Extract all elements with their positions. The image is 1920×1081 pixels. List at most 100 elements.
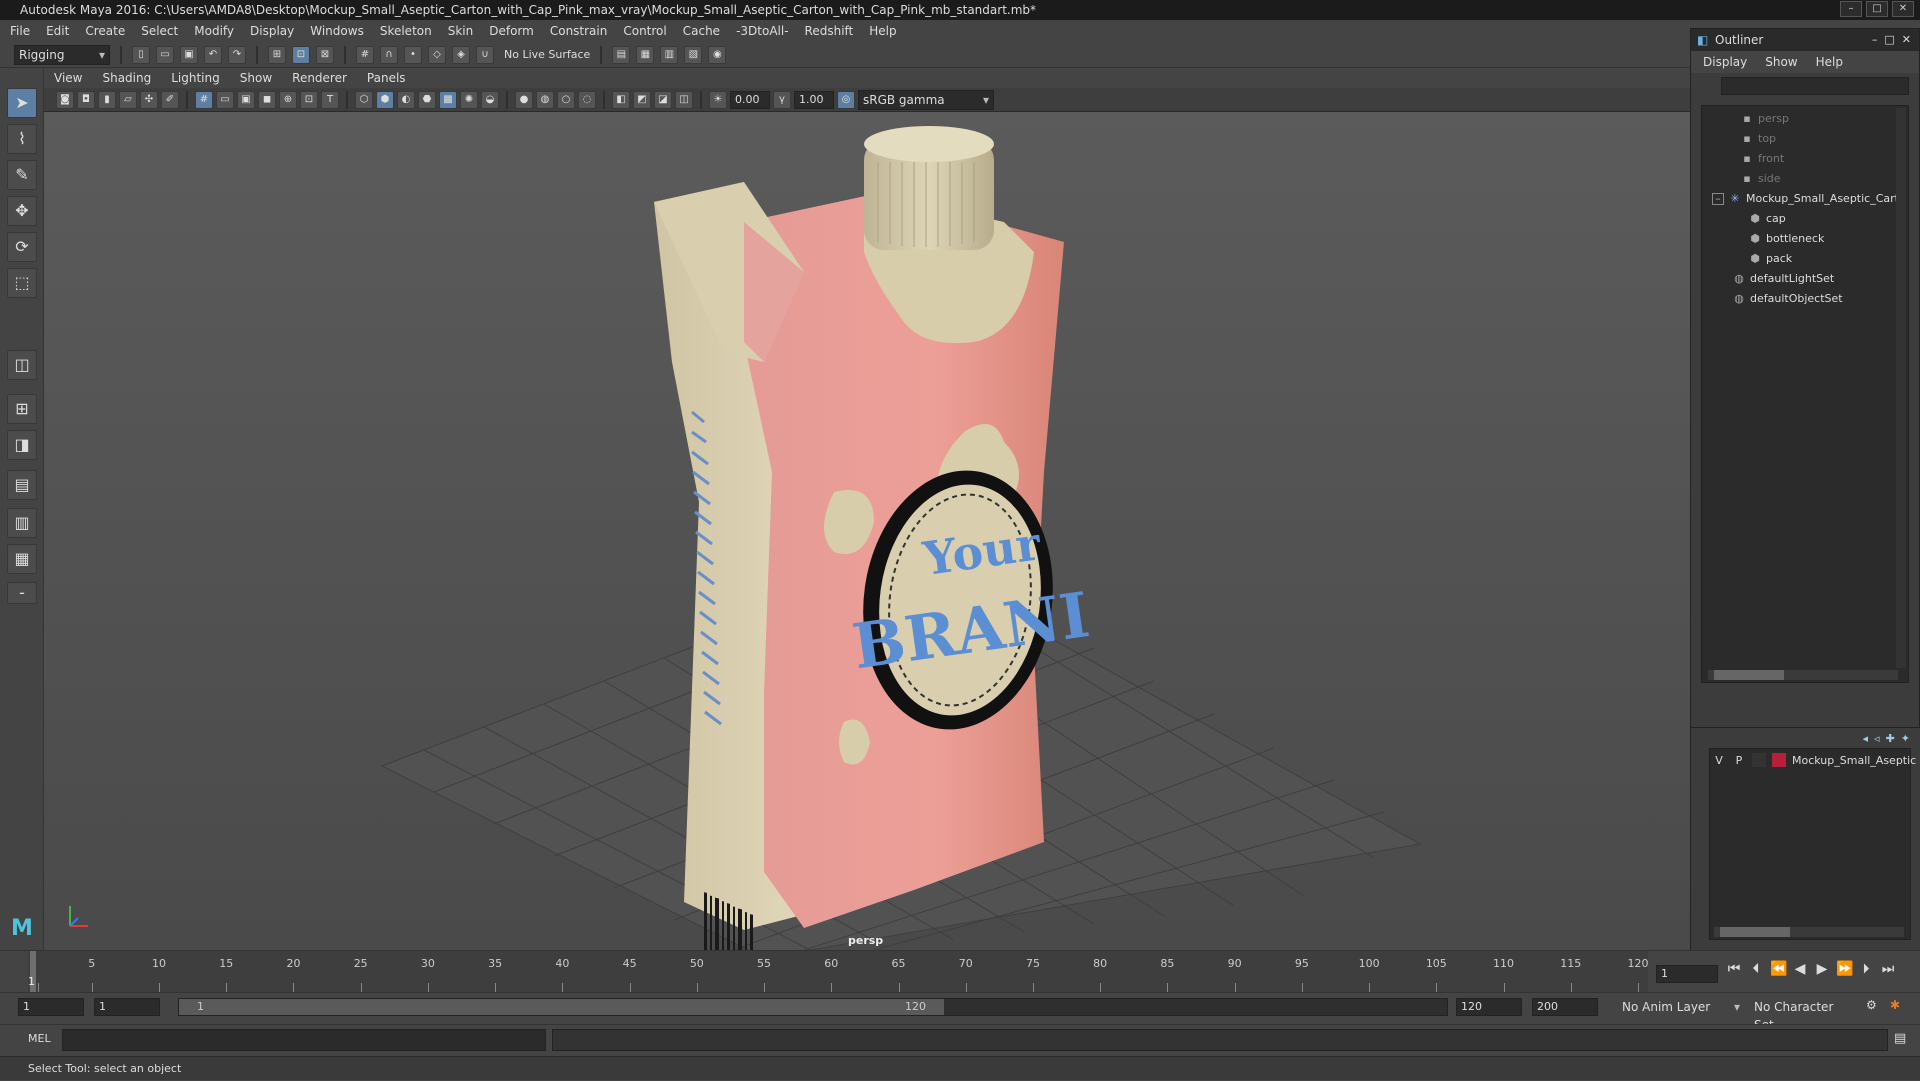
layout-graph-icon[interactable]: ▥ — [7, 508, 37, 538]
collapse-icon[interactable]: – — [1712, 193, 1724, 205]
menu-edit[interactable]: Edit — [46, 24, 69, 38]
menu-control[interactable]: Control — [623, 24, 666, 38]
anim-layer-dropdown[interactable]: No Anim Layer ▾ — [1618, 998, 1744, 1018]
outliner-item-bottleneck[interactable]: ⬢ bottleneck — [1748, 230, 1824, 248]
play-forwards-icon[interactable]: ▶ — [1814, 961, 1830, 977]
outliner-item-default-object-set[interactable]: ◍ defaultObjectSet — [1732, 290, 1842, 308]
auto-key-icon[interactable]: ⚙ — [1866, 998, 1877, 1012]
save-scene-icon[interactable]: ▣ — [180, 45, 198, 64]
outliner-list[interactable]: ▪ persp ▪ top ▪ front ▪ side – ✳ Mockup_Small_… — [1701, 105, 1909, 683]
menu-create[interactable]: Create — [85, 24, 125, 38]
new-layer-icon[interactable]: ✚ — [1886, 732, 1895, 745]
layout-four-icon[interactable]: ⊞ — [7, 394, 37, 424]
new-layer-selected-icon[interactable]: ✦ — [1901, 732, 1910, 745]
camera-attributes-icon[interactable]: ◘ — [77, 90, 95, 109]
animation-preferences-icon[interactable]: ✱ — [1890, 998, 1900, 1012]
current-time-field[interactable]: 1 — [1656, 965, 1718, 983]
redo-icon[interactable]: ↷ — [228, 45, 246, 64]
open-scene-icon[interactable]: ▭ — [156, 45, 174, 64]
layer-move-down-icon[interactable]: ◃ — [1874, 732, 1880, 745]
playback-start-field[interactable]: 1 — [94, 998, 160, 1016]
new-scene-icon[interactable]: ▯ — [132, 45, 150, 64]
outliner-menu-show[interactable]: Show — [1765, 55, 1797, 69]
hypershade-icon[interactable]: ◉ — [708, 45, 727, 64]
use-all-lights-icon[interactable]: ✺ — [460, 90, 478, 109]
move-tool-icon[interactable]: ✥ — [7, 196, 37, 226]
menu-select[interactable]: Select — [141, 24, 178, 38]
time-slider[interactable]: 5 10 15 20 25 30 35 40 45 50 55 60 65 70 75 80 85 90 95 100… — [0, 950, 1920, 993]
menu-set-dropdown[interactable]: Rigging ▾ — [14, 44, 110, 65]
menu-deform[interactable]: Deform — [489, 24, 534, 38]
layer-list[interactable]: V P Mockup_Small_Aseptic — [1709, 748, 1916, 940]
outliner-item-persp[interactable]: ▪ persp — [1740, 110, 1789, 128]
paint-select-tool-icon[interactable]: ✎ — [7, 160, 37, 190]
gamma-field[interactable]: 1.00 — [794, 90, 834, 109]
layout-hypershade-icon[interactable]: ▦ — [7, 544, 37, 574]
select-object-icon[interactable]: ⊡ — [292, 45, 310, 64]
lasso-tool-icon[interactable]: ⌇ — [7, 124, 37, 154]
outliner-item-front[interactable]: ▪ front — [1740, 150, 1784, 168]
2d-pan-icon[interactable]: ✣ — [140, 90, 158, 109]
select-component-icon[interactable]: ⊠ — [316, 45, 334, 64]
time-ruler[interactable]: 5 10 15 20 25 30 35 40 45 50 55 60 65 70 75 80 85 90 95 100… — [28, 951, 1649, 993]
color-management-icon[interactable]: ◎ — [837, 90, 855, 109]
outliner-horizontal-scrollbar[interactable] — [1708, 670, 1898, 680]
textured-icon[interactable]: ▩ — [439, 90, 457, 109]
perspective-viewport[interactable]: Your BRANI persp — [44, 112, 1690, 950]
default-lighting-icon[interactable]: ◐ — [397, 90, 415, 109]
gamma-icon[interactable]: γ — [773, 90, 791, 109]
menu-modify[interactable]: Modify — [194, 24, 234, 38]
panel-menu-show[interactable]: Show — [240, 71, 272, 85]
field-chart-icon[interactable]: ⊕ — [279, 90, 297, 109]
outliner-item-group[interactable]: – ✳ Mockup_Small_Aseptic_Cart — [1712, 190, 1899, 208]
render-view-icon[interactable]: ▧ — [684, 45, 703, 64]
depth-of-field-icon[interactable]: ◌ — [578, 90, 596, 109]
bookmark-icon[interactable]: ▮ — [98, 90, 116, 109]
render-frame-icon[interactable]: ▦ — [636, 45, 655, 64]
start-time-field[interactable]: 1 — [18, 998, 84, 1016]
menu-3dtoall[interactable]: -3DtoAll- — [736, 24, 788, 38]
outliner-item-side[interactable]: ▪ side — [1740, 170, 1780, 188]
xray-components-icon[interactable]: ◫ — [675, 90, 693, 109]
layer-visibility-toggle[interactable]: V — [1712, 754, 1726, 767]
layer-horizontal-scrollbar[interactable] — [1714, 927, 1904, 937]
scale-tool-icon[interactable]: ⬚ — [7, 268, 37, 298]
panel-menu-lighting[interactable]: Lighting — [171, 71, 220, 85]
snap-point-icon[interactable]: • — [404, 45, 422, 64]
undo-icon[interactable]: ↶ — [204, 45, 222, 64]
grid-icon[interactable]: # — [195, 90, 213, 109]
menu-skeleton[interactable]: Skeleton — [380, 24, 432, 38]
select-tool-icon[interactable]: ➤ — [7, 88, 37, 118]
menu-constrain[interactable]: Constrain — [550, 24, 608, 38]
render-settings-icon[interactable]: ▤ — [612, 45, 631, 64]
more-layouts-icon[interactable]: - — [7, 582, 37, 604]
shadows-icon[interactable]: ◒ — [481, 90, 499, 109]
grease-pencil-icon[interactable]: ✐ — [161, 90, 179, 109]
ipr-render-icon[interactable]: ▥ — [660, 45, 679, 64]
safe-action-icon[interactable]: ⊡ — [300, 90, 318, 109]
outliner-item-cap[interactable]: ⬢ cap — [1748, 210, 1786, 228]
go-to-start-icon[interactable]: ⏮ — [1726, 961, 1742, 977]
smooth-shade-icon[interactable]: ⬢ — [376, 90, 394, 109]
go-to-end-icon[interactable]: ⏭ — [1880, 961, 1896, 977]
image-plane-icon[interactable]: ▱ — [119, 90, 137, 109]
outliner-item-pack[interactable]: ⬢ pack — [1748, 250, 1792, 268]
resolution-gate-icon[interactable]: ▣ — [237, 90, 255, 109]
step-back-key-icon[interactable]: ⏪ — [1770, 961, 1787, 977]
character-set-dropdown[interactable]: No Character Set — [1750, 998, 1860, 1032]
magnet-icon[interactable]: ∪ — [476, 45, 494, 64]
live-surface-label[interactable]: No Live Surface — [504, 48, 590, 61]
layer-row[interactable]: V P Mockup_Small_Aseptic — [1712, 751, 1916, 769]
outliner-search-input[interactable] — [1721, 77, 1909, 95]
film-gate-icon[interactable]: ▭ — [216, 90, 234, 109]
wireframe-icon[interactable]: ⬡ — [355, 90, 373, 109]
close-button[interactable]: ✕ — [1892, 1, 1914, 17]
layer-display-type[interactable] — [1752, 753, 1766, 767]
outliner-vertical-scrollbar[interactable] — [1896, 108, 1906, 668]
motion-blur-icon[interactable]: ◍ — [536, 90, 554, 109]
layout-outliner-icon[interactable]: ▤ — [7, 470, 37, 500]
snap-surface-icon[interactable]: ◈ — [452, 45, 470, 64]
maximize-button[interactable]: □ — [1866, 1, 1888, 17]
layout-single-icon[interactable]: ◫ — [7, 350, 37, 380]
outliner-menu-help[interactable]: Help — [1816, 55, 1843, 69]
